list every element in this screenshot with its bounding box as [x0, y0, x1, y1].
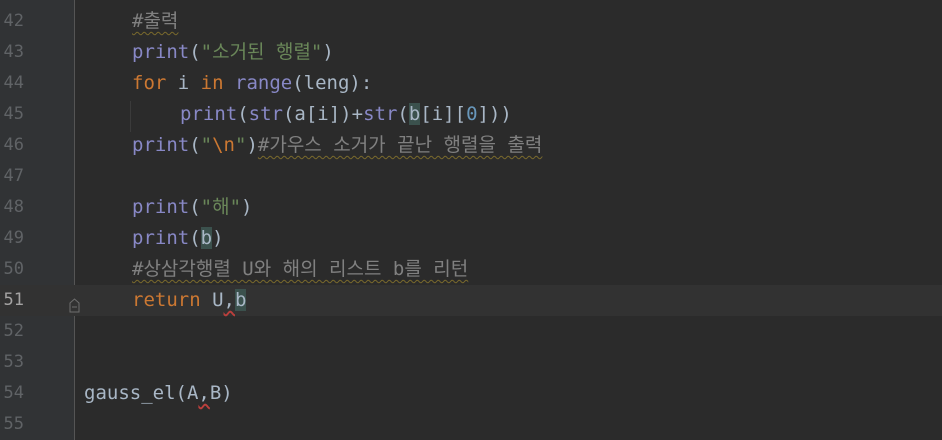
code-text: print(b) — [132, 223, 224, 254]
line-number: 54 — [3, 383, 24, 403]
code-token: ) — [241, 196, 253, 218]
code-line[interactable]: 44 for i in range(leng): — [0, 68, 942, 99]
code-text: print("\n")#가우스 소거가 끝난 행렬을 출력 — [132, 130, 542, 161]
code-token: ) — [322, 41, 334, 63]
code-token: U — [200, 289, 224, 311]
code-line[interactable]: 50 #상삼각행렬 U와 해의 리스트 b를 리턴 — [0, 254, 942, 285]
code-token: , — [223, 289, 235, 311]
code-token: ( — [189, 196, 201, 218]
code-text: for i in range(leng): — [132, 68, 372, 99]
line-number: 46 — [3, 135, 24, 155]
code-token: b — [234, 289, 247, 311]
line-number: 48 — [3, 197, 24, 217]
code-token: in — [200, 72, 224, 94]
code-line[interactable]: 51 return U,b — [0, 285, 942, 316]
line-number: 42 — [3, 11, 24, 31]
code-token: (a[i])+ — [282, 103, 364, 125]
code-token: "소거된 행렬" — [200, 41, 323, 63]
code-token: b — [200, 227, 213, 249]
code-token: print — [132, 41, 190, 63]
code-token: ) — [212, 227, 224, 249]
code-line[interactable]: 54 gauss_el(A,B) — [0, 378, 942, 409]
code-token: print — [132, 134, 190, 156]
code-text: #출력 — [132, 6, 178, 37]
code-line[interactable]: 43 print("소거된 행렬") — [0, 37, 942, 68]
code-token: ( — [189, 41, 201, 63]
code-token: ])) — [477, 103, 512, 125]
line-number: 51 — [3, 290, 24, 310]
line-number: 55 — [3, 414, 24, 434]
code-token: 0 — [466, 103, 478, 125]
code-token: print — [180, 103, 238, 125]
code-token: #상삼각행렬 U와 해의 리스트 b를 리턴 — [132, 258, 469, 280]
code-token: #가우스 소거가 끝난 행렬을 출력 — [257, 134, 543, 156]
code-token: , — [198, 382, 210, 404]
code-token: return — [132, 289, 201, 311]
code-token: ( — [189, 134, 201, 156]
code-text: print(str(a[i])+str(b[i][0])) — [180, 99, 512, 130]
fold-marker-icon[interactable] — [69, 298, 80, 313]
code-token: " — [200, 134, 213, 156]
code-text: print("소거된 행렬") — [132, 37, 334, 68]
code-token: ( — [237, 103, 249, 125]
code-line[interactable]: 42 #출력 — [0, 6, 942, 37]
code-line[interactable]: 53 — [0, 347, 942, 378]
code-editor[interactable]: 42 #출력 43 print("소거된 행렬") 44 for i in range(l… — [0, 0, 942, 440]
line-number: 44 — [3, 73, 24, 93]
line-number: 43 — [3, 42, 24, 62]
code-token: #출력 — [132, 10, 179, 32]
code-token: (leng): — [292, 72, 373, 94]
code-line[interactable]: 45 print(str(a[i])+str(b[i][0])) — [0, 99, 942, 130]
line-number: 47 — [3, 166, 24, 186]
line-number: 50 — [3, 259, 24, 279]
code-line[interactable]: 48 print("해") — [0, 192, 942, 223]
code-line[interactable]: 49 print(b) — [0, 223, 942, 254]
code-token: ) — [246, 134, 258, 156]
code-text: gauss_el(A,B) — [84, 378, 233, 409]
line-number: 52 — [3, 321, 24, 341]
code-token: i — [166, 72, 201, 94]
line-number: 49 — [3, 228, 24, 248]
code-token: B) — [209, 382, 233, 404]
code-text: print("해") — [132, 192, 252, 223]
code-line[interactable]: 55 — [0, 409, 942, 440]
code-token: str — [363, 103, 398, 125]
code-token: print — [132, 227, 190, 249]
code-token: [i][ — [420, 103, 467, 125]
code-token: print — [132, 196, 190, 218]
line-number: 53 — [3, 352, 24, 372]
code-token: b — [408, 103, 421, 125]
code-token: for — [132, 72, 167, 94]
line-number: 45 — [3, 104, 24, 124]
code-line[interactable]: 46 print("\n")#가우스 소거가 끝난 행렬을 출력 — [0, 130, 942, 161]
code-line[interactable]: 47 — [0, 161, 942, 192]
code-token: " — [235, 134, 247, 156]
code-token: range — [235, 72, 293, 94]
code-text: #상삼각행렬 U와 해의 리스트 b를 리턴 — [132, 254, 468, 285]
code-token: gauss_el(A — [84, 382, 199, 404]
code-token: \n — [212, 134, 235, 156]
code-token: ( — [397, 103, 409, 125]
code-text: return U,b — [132, 285, 247, 316]
code-token: str — [248, 103, 283, 125]
code-line[interactable]: 52 — [0, 316, 942, 347]
code-token: ( — [189, 227, 201, 249]
code-token: "해" — [200, 196, 242, 218]
